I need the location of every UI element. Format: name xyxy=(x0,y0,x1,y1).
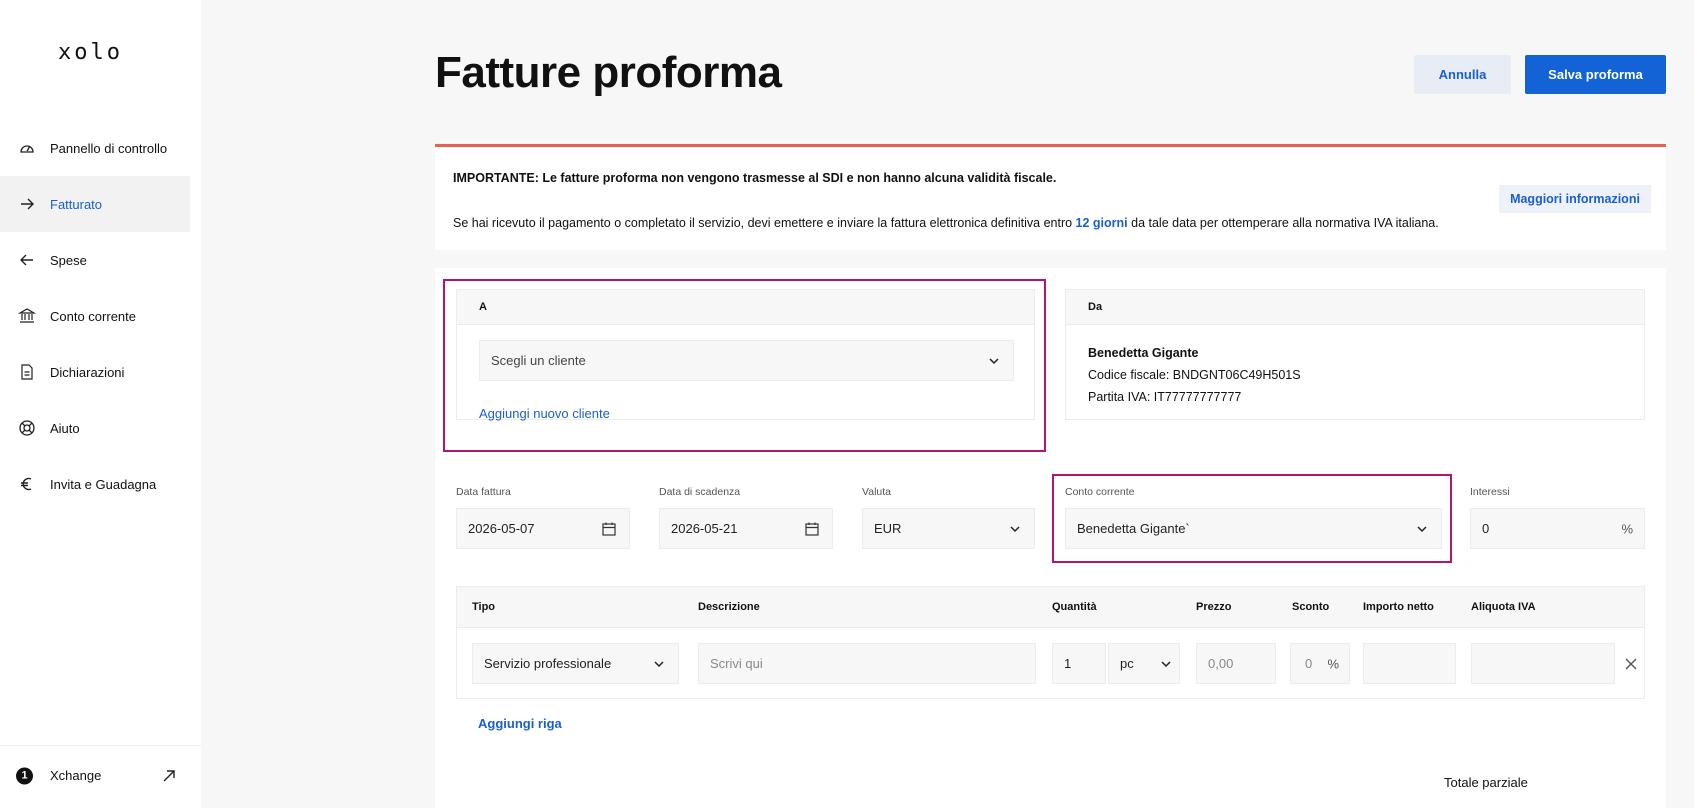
type-select[interactable]: Servizio professionale xyxy=(472,643,679,684)
add-client-link[interactable]: Aggiungi nuovo cliente xyxy=(479,406,610,421)
discount-value: 0 xyxy=(1305,656,1313,671)
sidebar-item-label: Spese xyxy=(50,252,87,268)
euro-icon xyxy=(18,475,36,493)
xchange-link[interactable]: 1 Xchange xyxy=(0,745,201,805)
currency-label: Valuta xyxy=(862,486,891,498)
sidebar-item-pannello[interactable]: Pannello di controllo xyxy=(0,120,190,176)
sidebar-item-label: Aiuto xyxy=(50,420,80,436)
chevron-down-icon xyxy=(1008,522,1022,536)
account-label: Conto corrente xyxy=(1065,486,1135,498)
sidebar-item-label: Conto corrente xyxy=(50,308,136,324)
chevron-down-icon xyxy=(987,354,1001,368)
gauge-icon xyxy=(18,139,36,157)
price-input[interactable]: 0,00 xyxy=(1196,643,1276,684)
document-icon xyxy=(18,363,36,381)
save-proforma-button[interactable]: Salva proforma xyxy=(1525,55,1666,94)
currency-value: EUR xyxy=(874,521,902,536)
arrow-left-icon xyxy=(18,251,36,269)
sender-heading: Da xyxy=(1066,290,1644,325)
sidebar-item-conto-corrente[interactable]: Conto corrente xyxy=(0,288,190,344)
notice-title: IMPORTANTE: Le fatture proforma non veng… xyxy=(453,171,1057,185)
notice-text-after: da tale data per ottemperare alla normat… xyxy=(1127,216,1439,230)
sender-tax-code: Codice fiscale: BNDGNT06C49H501S xyxy=(1088,368,1301,382)
due-date-label: Data di scadenza xyxy=(659,486,741,498)
client-select-value: Scegli un cliente xyxy=(491,353,586,368)
column-header: Sconto xyxy=(1292,601,1330,613)
sidebar-item-label: Pannello di controllo xyxy=(50,140,168,156)
remove-row-icon[interactable] xyxy=(1624,657,1638,671)
quantity-input[interactable]: 1 xyxy=(1052,643,1106,684)
sidebar-item-label: Invita e Guadagna xyxy=(50,476,157,492)
unit-value: pc xyxy=(1120,656,1134,671)
subtotal-label: Totale parziale xyxy=(1444,775,1528,790)
chevron-down-icon xyxy=(652,657,666,671)
recipient-box: A Scegli un cliente Aggiungi nuovo clien… xyxy=(456,289,1035,421)
table-header: Tipo Descrizione Quantità Prezzo Sconto … xyxy=(457,587,1644,628)
page-title: Fatture proforma xyxy=(435,48,782,97)
account-select[interactable]: Benedetta Gigante` xyxy=(1065,508,1442,549)
column-header: Descrizione xyxy=(698,601,760,613)
notice-text-before: Se hai ricevuto il pagamento o completat… xyxy=(453,216,1076,230)
calendar-icon[interactable] xyxy=(601,521,617,537)
sidebar: xolo Pannello di controllo Fatturato Spe… xyxy=(0,0,201,808)
add-row-link[interactable]: Aggiungi riga xyxy=(478,716,562,731)
interest-value: 0 xyxy=(1482,521,1490,536)
sidebar-item-invita[interactable]: Invita e Guadagna xyxy=(0,456,190,512)
external-link-icon xyxy=(161,768,177,784)
sender-vat: Partita IVA: IT77777777777 xyxy=(1088,390,1242,404)
due-date-value: 2026-05-21 xyxy=(671,521,738,536)
sidebar-item-label: Dichiarazioni xyxy=(50,364,125,380)
type-value: Servizio professionale xyxy=(484,656,612,671)
percent-unit: % xyxy=(1621,521,1633,536)
invoice-date-label: Data fattura xyxy=(456,486,511,498)
column-header: Quantità xyxy=(1052,601,1097,613)
column-header: Tipo xyxy=(472,601,496,613)
sidebar-item-label: Fatturato xyxy=(50,196,103,212)
line-items-table: Tipo Descrizione Quantità Prezzo Sconto … xyxy=(456,586,1645,699)
xchange-label: Xchange xyxy=(50,768,102,783)
bank-icon xyxy=(18,307,36,325)
logo[interactable]: xolo xyxy=(58,40,123,65)
sender-name: Benedetta Gigante xyxy=(1088,346,1199,360)
column-header: Aliquota IVA xyxy=(1471,601,1536,613)
arrow-right-icon xyxy=(18,195,36,213)
more-info-button[interactable]: Maggiori informazioni xyxy=(1499,185,1651,213)
column-header: Prezzo xyxy=(1196,601,1232,613)
sender-info: Benedetta Gigante Codice fiscale: BNDGNT… xyxy=(1088,342,1301,408)
lifebuoy-icon xyxy=(18,419,36,437)
client-select[interactable]: Scegli un cliente xyxy=(479,340,1014,381)
sidebar-item-spese[interactable]: Spese xyxy=(0,232,190,288)
notice-text: Se hai ricevuto il pagamento o completat… xyxy=(453,216,1439,230)
invoice-date-field[interactable]: 2026-05-07 xyxy=(456,508,630,549)
interest-label: Interessi xyxy=(1470,486,1510,498)
chevron-down-icon xyxy=(1159,657,1173,671)
vat-rate-select[interactable] xyxy=(1471,643,1615,684)
important-notice: IMPORTANTE: Le fatture proforma non veng… xyxy=(435,144,1666,250)
chevron-down-icon xyxy=(1415,522,1429,536)
notification-badge: 1 xyxy=(16,767,33,784)
invoice-date-value: 2026-05-07 xyxy=(468,521,535,536)
account-value: Benedetta Gigante` xyxy=(1077,521,1190,536)
description-input[interactable]: Scrivi qui xyxy=(698,643,1036,684)
sidebar-item-dichiarazioni[interactable]: Dichiarazioni xyxy=(0,344,190,400)
interest-input[interactable]: 0 % xyxy=(1470,508,1645,549)
discount-input[interactable]: 0 % xyxy=(1290,643,1350,684)
cancel-button[interactable]: Annulla xyxy=(1414,55,1511,94)
due-date-field[interactable]: 2026-05-21 xyxy=(659,508,833,549)
sender-box: Da Benedetta Gigante Codice fiscale: BND… xyxy=(1065,289,1645,420)
column-header: Importo netto xyxy=(1363,601,1434,613)
notice-deadline: 12 giorni xyxy=(1075,216,1128,230)
calendar-icon[interactable] xyxy=(804,521,820,537)
sidebar-nav: Pannello di controllo Fatturato Spese Co… xyxy=(0,120,190,512)
sidebar-item-aiuto[interactable]: Aiuto xyxy=(0,400,190,456)
unit-select[interactable]: pc xyxy=(1108,643,1180,684)
recipient-heading: A xyxy=(457,290,1034,325)
currency-select[interactable]: EUR xyxy=(862,508,1035,549)
percent-unit: % xyxy=(1327,656,1339,671)
sidebar-item-fatturato[interactable]: Fatturato xyxy=(0,176,190,232)
net-amount-field xyxy=(1363,643,1456,684)
